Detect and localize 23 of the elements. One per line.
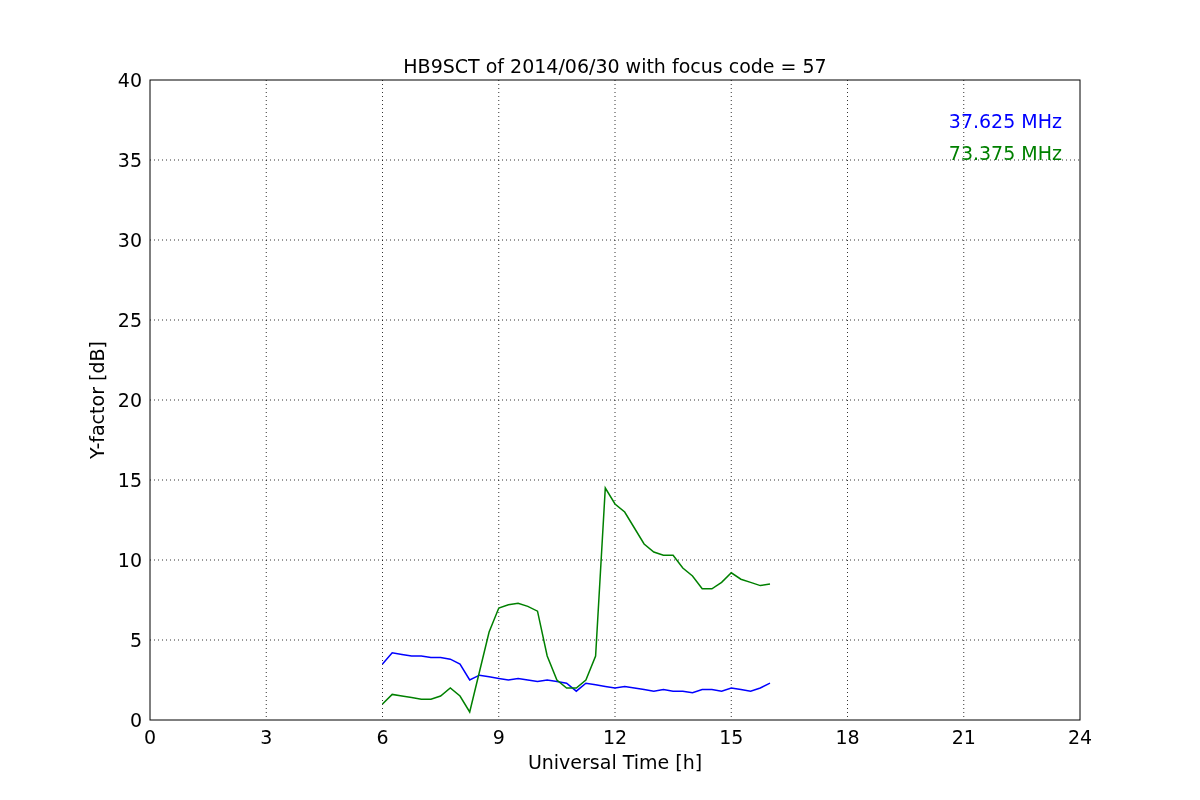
x-tick-label: 0 [143,726,157,748]
y-tick-label: 10 [117,549,142,571]
y-tick-label: 15 [117,469,142,491]
x-tick-label: 6 [376,726,389,748]
y-tick-label: 40 [117,69,142,91]
y-tick-label: 25 [117,309,142,331]
chart-title: HB9SCT of 2014/06/30 with focus code = 57 [403,55,827,77]
y-axis-label: Y-factor [dB] [86,341,108,459]
y-tick-label: 20 [117,389,142,411]
y-tick-label: 35 [117,149,142,171]
x-tick-label: 18 [835,726,860,748]
y-tick-label: 5 [129,629,142,651]
legend-label: 73.375 MHz [948,142,1062,164]
x-axis-label: Universal Time [h] [527,751,703,773]
x-tick-label: 3 [260,726,273,748]
x-tick-label: 12 [602,726,628,748]
y-tick-label: 0 [129,709,142,731]
x-tick-label: 21 [951,726,976,748]
y-tick-label: 30 [117,229,142,251]
x-tick-label: 24 [1067,726,1093,748]
x-tick-label: 9 [492,726,505,748]
x-tick-label: 15 [719,726,744,748]
legend-label: 37.625 MHz [948,110,1062,132]
